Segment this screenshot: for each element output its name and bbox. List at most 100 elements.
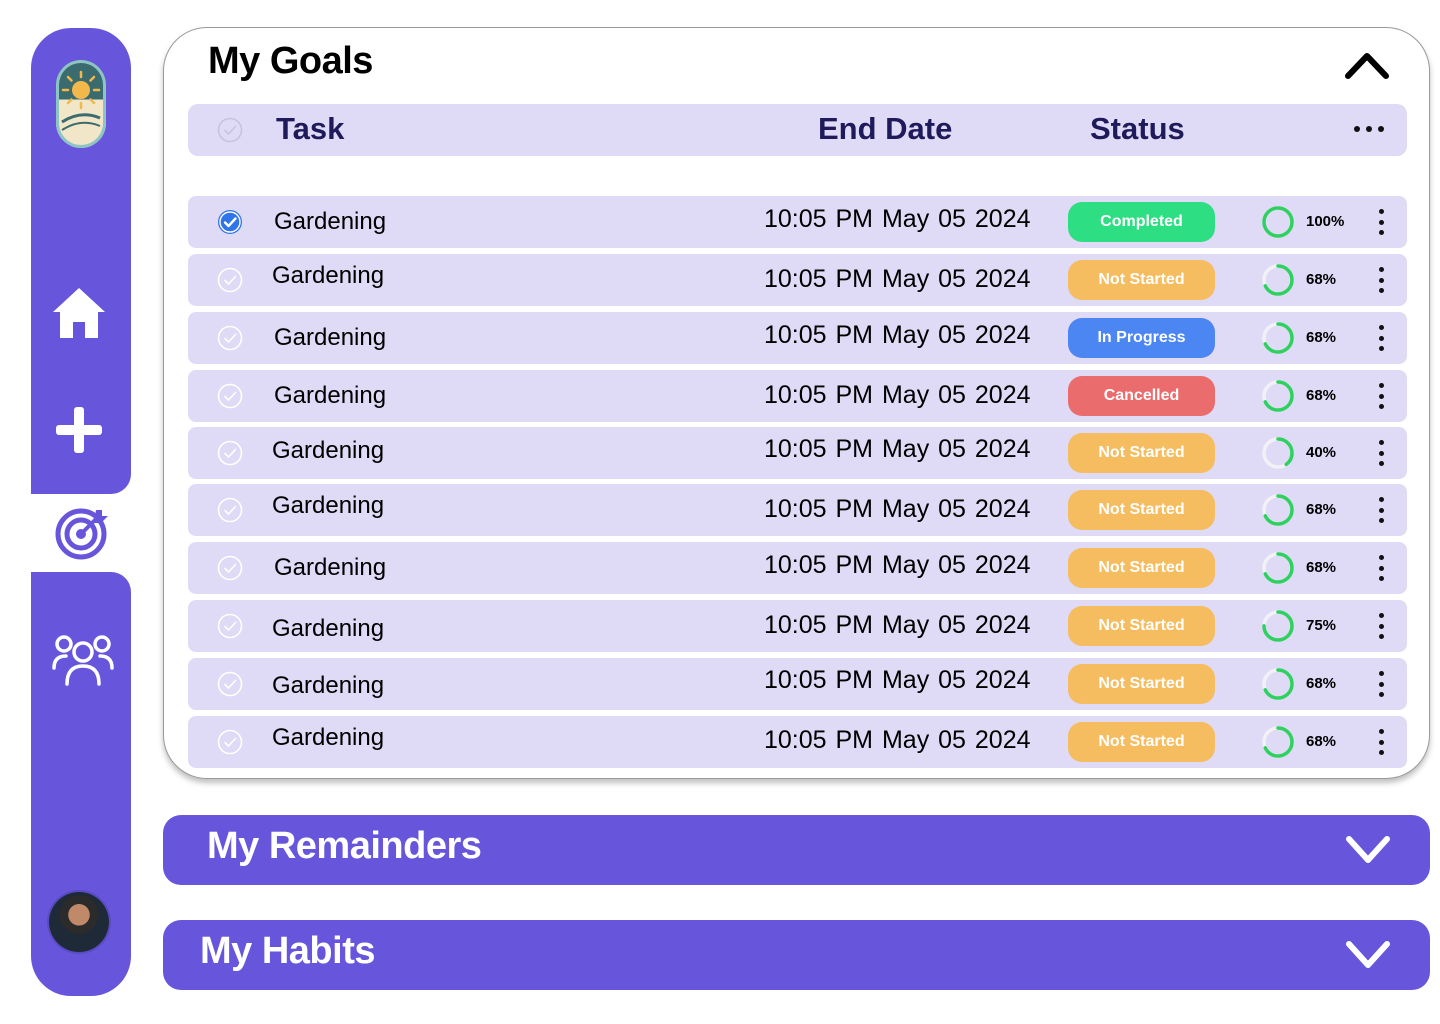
row-checkbox[interactable] xyxy=(217,325,243,351)
progress-percent: 75% xyxy=(1306,617,1337,634)
row-checkbox[interactable] xyxy=(217,440,243,466)
progress-ring xyxy=(1262,552,1294,584)
habits-expand-button[interactable] xyxy=(1342,935,1394,975)
row-menu-button[interactable] xyxy=(1370,206,1392,238)
table-row[interactable]: Gardening 10:05 PM May 05 2024 Not Start… xyxy=(188,542,1407,594)
status-badge[interactable]: Not Started xyxy=(1068,664,1215,704)
end-day: May 05 2024 xyxy=(881,611,1031,639)
end-day: May 05 2024 xyxy=(881,726,1031,754)
status-badge[interactable]: Not Started xyxy=(1068,606,1215,646)
progress-percent: 68% xyxy=(1306,675,1337,692)
row-checkbox-checked[interactable] xyxy=(217,209,243,235)
row-checkbox[interactable] xyxy=(217,671,243,697)
column-header-status[interactable]: Status xyxy=(1090,111,1185,147)
progress-ring xyxy=(1262,380,1294,412)
row-menu-button[interactable] xyxy=(1370,726,1392,758)
more-horizontal-icon xyxy=(1354,126,1384,134)
end-time: 10:05 PM xyxy=(764,611,874,639)
table-options-button[interactable] xyxy=(1354,126,1384,134)
row-checkbox[interactable] xyxy=(217,555,243,581)
goals-collapse-button[interactable] xyxy=(1341,44,1393,84)
task-name: Gardening xyxy=(272,615,385,642)
row-menu-button[interactable] xyxy=(1370,264,1392,296)
progress-percent: 68% xyxy=(1306,559,1337,576)
table-row[interactable]: Gardening 10:05 PM May 05 2024 Not Start… xyxy=(188,484,1407,536)
column-header-task[interactable]: Task xyxy=(276,111,344,147)
select-all-checkbox[interactable] xyxy=(217,117,243,143)
row-menu-button[interactable] xyxy=(1370,494,1392,526)
user-avatar[interactable] xyxy=(49,892,109,952)
sidebar-item-goals[interactable] xyxy=(52,502,112,562)
row-menu-button[interactable] xyxy=(1370,668,1392,700)
row-checkbox[interactable] xyxy=(217,729,243,755)
table-row[interactable]: Gardening 10:05 PM May 05 2024 Not Start… xyxy=(188,254,1407,306)
progress-percent: 68% xyxy=(1306,271,1337,288)
task-name: Gardening xyxy=(272,262,385,289)
progress-percent: 68% xyxy=(1306,329,1337,346)
status-badge[interactable]: Not Started xyxy=(1068,433,1215,473)
chevron-down-icon xyxy=(1346,941,1390,968)
sidebar-item-home[interactable] xyxy=(46,282,112,344)
more-vertical-icon xyxy=(1378,497,1384,502)
reminders-expand-button[interactable] xyxy=(1342,830,1394,870)
table-row[interactable]: Gardening 10:05 PM May 05 2024 Completed… xyxy=(188,196,1407,248)
progress-ring xyxy=(1262,206,1294,238)
reminders-panel[interactable]: My Remainders xyxy=(163,815,1430,885)
end-day: May 05 2024 xyxy=(881,321,1031,349)
more-vertical-icon xyxy=(1378,729,1384,734)
target-icon xyxy=(55,508,108,560)
table-row[interactable]: Gardening 10:05 PM May 05 2024 In Progre… xyxy=(188,312,1407,364)
more-vertical-icon xyxy=(1378,267,1384,272)
table-row[interactable]: Gardening 10:05 PM May 05 2024 Not Start… xyxy=(188,427,1407,479)
table-row[interactable]: Gardening 10:05 PM May 05 2024 Not Start… xyxy=(188,658,1407,710)
status-badge[interactable]: Cancelled xyxy=(1068,376,1215,416)
end-date: 10:05 PM May 05 2024 xyxy=(764,205,1031,234)
progress-ring xyxy=(1262,322,1294,354)
more-vertical-icon xyxy=(1378,383,1384,388)
task-name: Gardening xyxy=(274,554,387,581)
sidebar-item-add[interactable] xyxy=(50,400,108,460)
status-badge[interactable]: Not Started xyxy=(1068,260,1215,300)
row-checkbox[interactable] xyxy=(217,613,243,639)
table-row[interactable]: Gardening 10:05 PM May 05 2024 Cancelled… xyxy=(188,370,1407,422)
status-badge[interactable]: Not Started xyxy=(1068,722,1215,762)
end-time: 10:05 PM xyxy=(764,321,874,349)
column-header-end-date[interactable]: End Date xyxy=(818,111,952,147)
status-badge[interactable]: Not Started xyxy=(1068,548,1215,588)
chevron-up-icon xyxy=(1345,53,1389,79)
row-checkbox[interactable] xyxy=(217,267,243,293)
end-day: May 05 2024 xyxy=(881,666,1031,694)
row-checkbox[interactable] xyxy=(217,383,243,409)
table-row[interactable]: Gardening 10:05 PM May 05 2024 Not Start… xyxy=(188,600,1407,652)
end-date: 10:05 PM May 05 2024 xyxy=(764,551,1031,580)
progress-percent: 68% xyxy=(1306,387,1337,404)
goals-panel: My Goals Task End Date Status Gardening … xyxy=(163,27,1430,779)
end-time: 10:05 PM xyxy=(764,435,874,463)
status-badge[interactable]: Not Started xyxy=(1068,490,1215,530)
more-vertical-icon xyxy=(1378,671,1384,676)
end-date: 10:05 PM May 05 2024 xyxy=(764,435,1031,464)
end-day: May 05 2024 xyxy=(881,265,1031,293)
app-logo[interactable] xyxy=(56,60,106,148)
end-time: 10:05 PM xyxy=(764,551,874,579)
habits-panel[interactable]: My Habits xyxy=(163,920,1430,990)
row-menu-button[interactable] xyxy=(1370,552,1392,584)
row-menu-button[interactable] xyxy=(1370,380,1392,412)
progress-ring xyxy=(1262,668,1294,700)
status-badge[interactable]: Completed xyxy=(1068,202,1215,242)
more-vertical-icon xyxy=(1378,440,1384,445)
sidebar-item-community[interactable] xyxy=(50,628,116,690)
table-row[interactable]: Gardening 10:05 PM May 05 2024 Not Start… xyxy=(188,716,1407,768)
end-date: 10:05 PM May 05 2024 xyxy=(764,381,1031,410)
row-menu-button[interactable] xyxy=(1370,322,1392,354)
goals-title: My Goals xyxy=(208,40,373,82)
status-badge[interactable]: In Progress xyxy=(1068,318,1215,358)
row-menu-button[interactable] xyxy=(1370,437,1392,469)
progress-percent: 68% xyxy=(1306,733,1337,750)
end-time: 10:05 PM xyxy=(764,265,874,293)
end-day: May 05 2024 xyxy=(881,495,1031,523)
task-name: Gardening xyxy=(274,324,387,351)
row-checkbox[interactable] xyxy=(217,497,243,523)
end-day: May 05 2024 xyxy=(881,205,1031,233)
row-menu-button[interactable] xyxy=(1370,610,1392,642)
